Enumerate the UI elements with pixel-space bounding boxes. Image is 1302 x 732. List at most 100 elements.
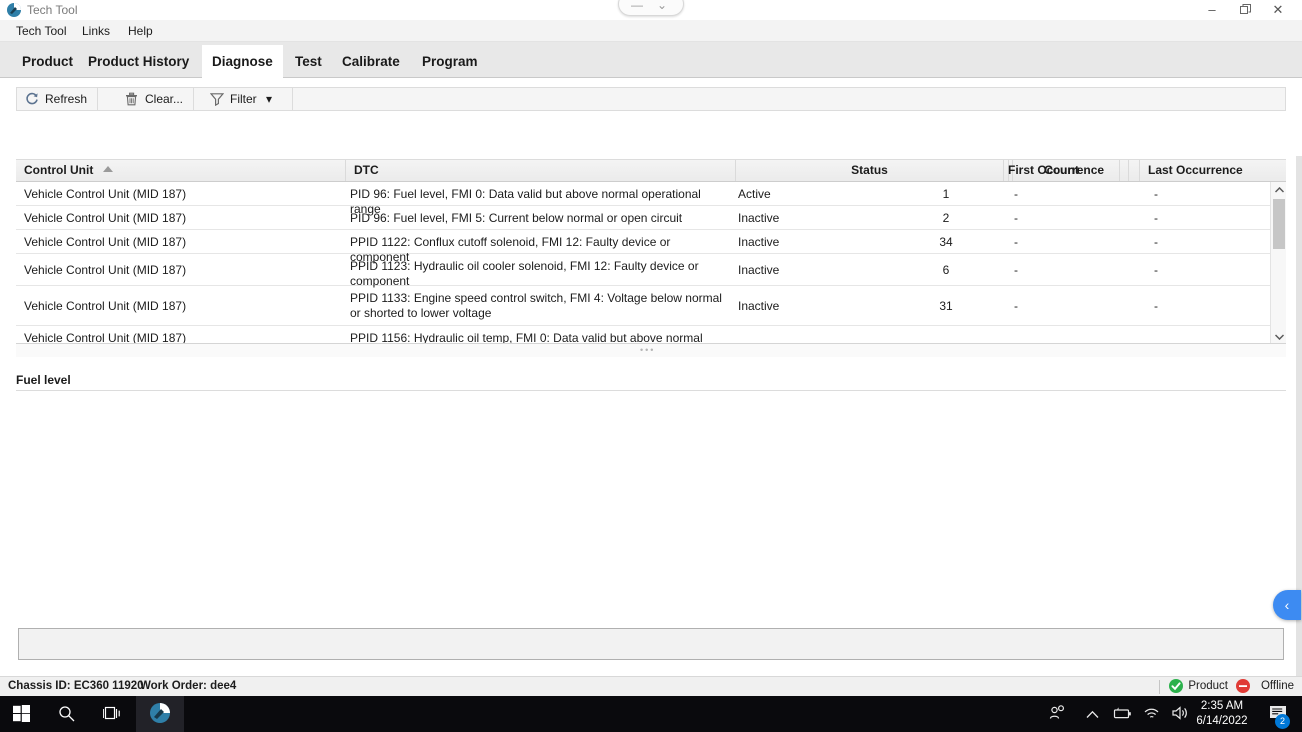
battery-icon[interactable]	[1110, 696, 1134, 732]
side-panel-toggle[interactable]: ‹	[1273, 590, 1301, 620]
cell-last-occurrence: -	[1154, 299, 1158, 313]
cell-dtc: PID 96: Fuel level, FMI 5: Current below…	[350, 211, 683, 225]
pane-splitter[interactable]: •••	[16, 344, 1286, 357]
title-bar: Tech Tool – ✕ — ⌄ Volvo Trucks	[0, 0, 1302, 42]
windows-start-icon[interactable]	[0, 696, 42, 732]
chassis-id-label: Chassis ID: EC360 11920	[8, 680, 144, 692]
tab-program[interactable]: Program	[412, 45, 488, 78]
column-header-last-occurrence-label: Last Occurrence	[1148, 163, 1243, 177]
cell-status: Inactive	[738, 299, 780, 313]
cell-last-occurrence: -	[1154, 235, 1158, 249]
chevron-up-icon[interactable]	[1080, 696, 1104, 732]
column-header-first-occurrence[interactable]: First Occurrence	[1000, 160, 1140, 181]
tech-tool-icon	[6, 2, 22, 18]
filter-button[interactable]: Filter ▾	[202, 88, 294, 110]
menu-item-tech-tool[interactable]: Tech Tool	[8, 20, 74, 42]
cell-control-unit: Vehicle Control Unit (MID 187)	[24, 187, 187, 201]
scroll-up-icon[interactable]	[1271, 182, 1286, 198]
filter-icon	[210, 93, 224, 106]
detail-pane-title: Fuel level	[16, 373, 71, 387]
refresh-icon	[26, 92, 38, 105]
task-view-icon[interactable]	[90, 696, 134, 732]
offline-status-icon	[1236, 679, 1250, 693]
table-row[interactable]: Vehicle Control Unit (MID 187) PPID 1123:…	[16, 254, 1286, 288]
clear-button[interactable]: Clear...	[117, 88, 195, 110]
taskbar-clock[interactable]: 2:35 AM 6/14/2022	[1190, 699, 1254, 729]
tab-product[interactable]: Product	[12, 45, 83, 78]
product-status-label: Product	[1188, 680, 1228, 692]
cell-count: 6	[942, 263, 950, 277]
tab-calibrate[interactable]: Calibrate	[332, 45, 410, 78]
scroll-down-icon[interactable]	[1271, 329, 1286, 343]
dtc-table-header: Control Unit DTC Status Count First Occu…	[16, 160, 1286, 182]
cell-dtc: PPID 1133: Engine speed control switch, …	[350, 291, 722, 320]
cell-status: Active	[738, 187, 771, 201]
notification-count-badge: 2	[1275, 714, 1290, 729]
cell-last-occurrence: -	[1154, 263, 1158, 277]
clear-button-label: Clear...	[145, 92, 184, 106]
menu-item-help[interactable]: Help	[120, 20, 161, 42]
diagnose-panel: Refresh Clear... Filter ▾ DTC List	[0, 78, 1302, 732]
tab-diagnose[interactable]: Diagnose	[202, 45, 283, 78]
dtc-table-scrollbar[interactable]	[1270, 182, 1286, 343]
tab-test[interactable]: Test	[285, 45, 332, 78]
cell-first-occurrence: -	[1014, 263, 1018, 277]
cell-control-unit: Vehicle Control Unit (MID 187)	[24, 299, 187, 313]
chevron-down-icon[interactable]: ⌄	[657, 0, 667, 14]
status-divider	[1159, 680, 1160, 694]
right-rail	[1296, 156, 1302, 732]
status-bar: Chassis ID: EC360 11920 Work Order: dee4…	[0, 676, 1302, 696]
detail-pane-field[interactable]	[18, 628, 1284, 660]
cell-control-unit: Vehicle Control Unit (MID 187)	[24, 263, 187, 277]
cell-last-occurrence: -	[1154, 211, 1158, 225]
dtc-table: Control Unit DTC Status Count First Occu…	[16, 159, 1286, 344]
column-header-status-label: Status	[851, 163, 888, 177]
menu-bar: Tech Tool Links Help	[0, 20, 1302, 42]
window-close-button[interactable]: ✕	[1263, 0, 1293, 20]
wifi-icon[interactable]	[1140, 696, 1164, 732]
scrollbar-thumb[interactable]	[1273, 199, 1285, 249]
cell-count: 34	[939, 235, 953, 249]
search-icon[interactable]	[42, 696, 90, 732]
window-maximize-button[interactable]	[1230, 0, 1260, 20]
cell-first-occurrence: -	[1014, 211, 1018, 225]
window-title: Tech Tool	[27, 3, 78, 17]
cell-status: Inactive	[738, 235, 780, 249]
column-header-last-occurrence[interactable]: Last Occurrence	[1140, 160, 1286, 181]
splitter-grip-icon[interactable]: •••	[640, 346, 662, 355]
cell-count: 2	[942, 211, 950, 225]
window-minimize-button[interactable]: –	[1197, 0, 1227, 20]
cell-dtc: PPID 1123: Hydraulic oil cooler solenoid…	[350, 259, 699, 288]
table-row[interactable]: Vehicle Control Unit (MID 187) PPID 1156:…	[16, 326, 1286, 343]
column-header-dtc[interactable]: DTC	[346, 160, 736, 181]
cell-count: 1	[942, 187, 950, 201]
tech-tool-window: TruckecuTruckecuTruckecuTruckecuTruckecu…	[0, 0, 1302, 732]
floating-minimize-button[interactable]: —	[631, 0, 643, 14]
clock-date: 6/14/2022	[1196, 715, 1248, 727]
clock-time: 2:35 AM	[1200, 700, 1244, 712]
taskbar-app-tech-tool[interactable]	[136, 696, 184, 732]
table-row[interactable]: Vehicle Control Unit (MID 187) PID 96: Fu…	[16, 182, 1286, 216]
refresh-button[interactable]: Refresh	[17, 88, 99, 110]
people-icon[interactable]	[1044, 696, 1070, 732]
table-row[interactable]: Vehicle Control Unit (MID 187) PID 96: Fu…	[16, 206, 1286, 230]
table-row[interactable]: Vehicle Control Unit (MID 187) PPID 1133:…	[16, 286, 1286, 326]
dtc-table-body: Vehicle Control Unit (MID 187) PID 96: Fu…	[16, 182, 1286, 343]
chevron-down-icon: ▾	[266, 92, 273, 106]
tab-product-history[interactable]: Product History	[78, 45, 199, 78]
main-tab-strip: Product Product History Diagnose Test Ca…	[0, 42, 1302, 78]
refresh-button-label: Refresh	[45, 92, 88, 106]
table-row[interactable]: Vehicle Control Unit (MID 187) PPID 1122:…	[16, 230, 1286, 264]
column-header-control-unit[interactable]: Control Unit	[16, 160, 346, 181]
notifications-icon[interactable]: 2	[1262, 696, 1296, 732]
cell-status: Inactive	[738, 263, 780, 277]
column-header-status[interactable]: Status	[736, 160, 1004, 181]
chevron-left-icon: ‹	[1284, 597, 1290, 613]
filter-button-label: Filter	[230, 92, 257, 106]
sort-ascending-icon	[102, 166, 113, 172]
cell-status: Inactive	[738, 211, 780, 225]
volume-icon[interactable]	[1168, 696, 1192, 732]
floating-window-controls[interactable]: — ⌄	[618, 0, 684, 16]
connection-status-label: Offline	[1260, 680, 1294, 692]
menu-item-links[interactable]: Links	[74, 20, 118, 42]
